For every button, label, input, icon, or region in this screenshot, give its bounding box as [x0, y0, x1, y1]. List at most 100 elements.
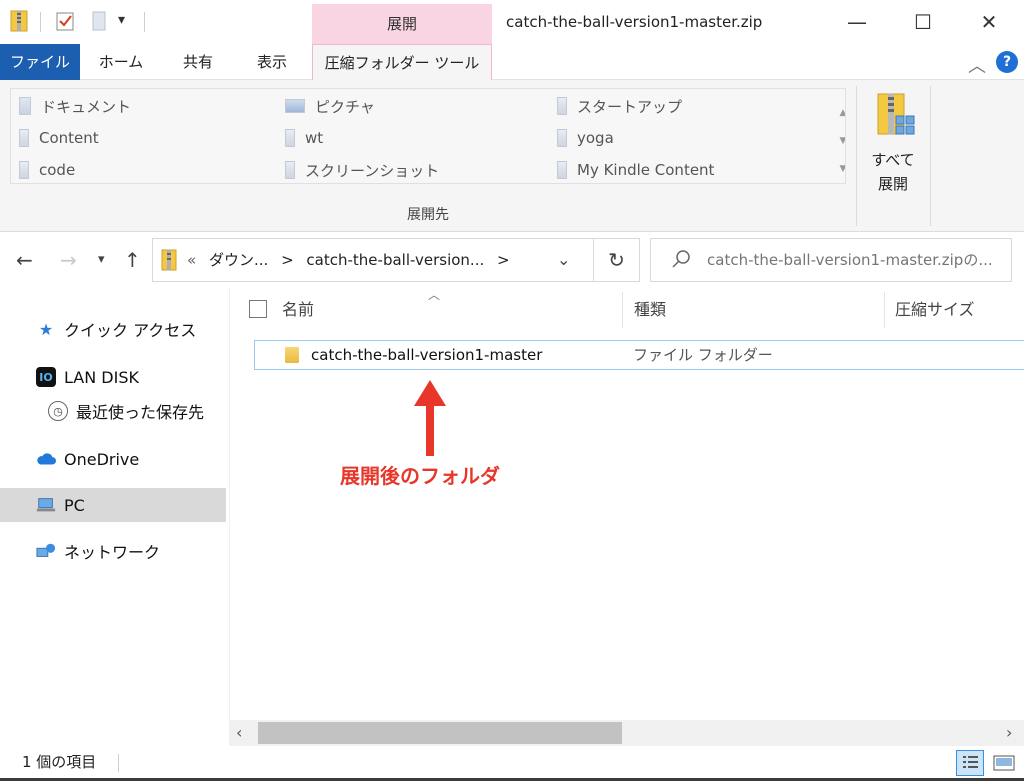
destination-label: ピクチャ — [315, 97, 375, 116]
customize-toolbar-chevron-icon[interactable]: ▾ — [118, 12, 125, 28]
folder-icon — [557, 161, 567, 179]
collapse-ribbon-icon[interactable]: ︿ — [968, 52, 986, 78]
destination-item[interactable]: wt — [285, 123, 323, 153]
scrollbar-thumb[interactable] — [258, 722, 622, 744]
breadcrumb-separator[interactable]: > — [281, 251, 294, 269]
address-bar[interactable]: « ダウン... > catch-the-ball-version... > ⌄… — [152, 238, 640, 282]
tab-file[interactable]: ファイル — [0, 44, 80, 80]
nav-item-quick-access[interactable]: ★ クイック アクセス — [0, 312, 226, 346]
lan-disk-icon: IO — [36, 367, 56, 387]
column-header-type[interactable]: 種類 — [634, 288, 884, 332]
zip-folder-icon[interactable] — [10, 10, 28, 32]
gallery-scroll-down-icon[interactable]: ▼ — [833, 127, 845, 155]
folder-icon — [285, 129, 295, 147]
address-row: ← → ▾ ↑ « ダウン... > catch-the-ball-versio… — [0, 232, 1024, 288]
extract-all-button[interactable]: すべて 展開 — [862, 88, 924, 198]
gallery-expand-icon[interactable]: ▼ — [833, 155, 845, 183]
file-type: ファイル フォルダー — [633, 346, 773, 364]
destination-item[interactable]: スタートアップ — [557, 91, 682, 121]
maximize-button[interactable]: ☐ — [890, 0, 956, 44]
star-icon: ★ — [38, 319, 54, 339]
breadcrumb-item[interactable]: ダウン... — [209, 251, 268, 269]
title-separator — [40, 12, 41, 32]
destination-label: スクリーンショット — [305, 161, 440, 180]
tab-home[interactable]: ホーム — [88, 44, 154, 80]
refresh-icon[interactable]: ↻ — [593, 239, 639, 281]
column-header-compressed-size[interactable]: 圧縮サイズ — [895, 288, 1024, 332]
nav-item-recent-locations[interactable]: ◷ 最近使った保存先 — [0, 394, 226, 428]
scroll-right-icon[interactable]: › — [1006, 720, 1012, 746]
column-header-name[interactable]: 名前 — [282, 288, 622, 332]
recent-locations-chevron-icon[interactable]: ▾ — [98, 252, 105, 267]
nav-item-onedrive[interactable]: OneDrive — [0, 442, 226, 476]
forward-arrow-icon[interactable]: → — [60, 248, 77, 272]
details-view-icon[interactable] — [956, 750, 984, 776]
network-icon — [36, 541, 56, 561]
ribbon-group-label: 展開先 — [407, 207, 449, 223]
select-all-checkbox[interactable] — [249, 300, 267, 318]
navigation-pane: ★ クイック アクセス IO LAN DISK ◷ 最近使った保存先 OneDr… — [0, 288, 230, 746]
search-input[interactable] — [707, 239, 1007, 281]
nav-item-label: PC — [64, 495, 85, 515]
new-folder-icon[interactable] — [90, 10, 108, 32]
column-separator[interactable] — [622, 292, 623, 328]
search-box[interactable] — [650, 238, 1012, 282]
destination-label: Content — [39, 129, 99, 147]
destination-item[interactable]: ドキュメント — [19, 91, 131, 121]
minimize-button[interactable]: — — [824, 0, 890, 44]
table-row[interactable]: catch-the-ball-version1-master ファイル フォルダ… — [254, 340, 1024, 370]
destination-item[interactable]: ピクチャ — [285, 91, 375, 121]
column-separator[interactable] — [884, 292, 885, 328]
nav-item-label: ネットワーク — [64, 543, 161, 562]
file-list: ︿ 名前 種類 圧縮サイズ catch-the-ball-version1-ma… — [230, 288, 1024, 720]
status-bar: 1 個の項目 — [0, 746, 1024, 781]
destination-label: スタートアップ — [577, 97, 683, 116]
destination-item[interactable]: Content — [19, 123, 99, 153]
up-arrow-icon[interactable]: ↑ — [124, 248, 141, 272]
zip-folder-icon — [161, 249, 177, 271]
address-dropdown-chevron-icon[interactable]: ⌄ — [557, 239, 570, 281]
breadcrumb-separator[interactable]: > — [497, 251, 510, 269]
close-button[interactable]: ✕ — [956, 0, 1022, 44]
pictures-icon — [285, 99, 305, 113]
ribbon-divider — [930, 86, 931, 226]
scroll-left-icon[interactable]: ‹ — [236, 720, 242, 746]
extract-all-label: すべて 展開 — [871, 151, 915, 193]
help-icon[interactable]: ? — [996, 51, 1018, 73]
item-count: 1 個の項目 — [22, 753, 97, 771]
nav-item-network[interactable]: ネットワーク — [0, 534, 226, 568]
tab-share[interactable]: 共有 — [168, 44, 228, 80]
search-icon — [672, 250, 690, 268]
destination-label: code — [39, 161, 76, 179]
destination-item[interactable]: code — [19, 155, 76, 183]
folder-icon — [285, 347, 299, 363]
documents-icon — [19, 97, 31, 115]
ribbon-tab-row: ファイル ホーム 共有 表示 圧縮フォルダー ツール ︿ — [0, 44, 1024, 81]
destination-item[interactable]: yoga — [557, 123, 614, 153]
tab-compressed-folder-tools[interactable]: 圧縮フォルダー ツール — [312, 44, 492, 81]
window-title: catch-the-ball-version1-master.zip — [506, 13, 763, 31]
breadcrumb-item[interactable]: catch-the-ball-version... — [306, 251, 484, 269]
horizontal-scrollbar[interactable]: ‹ › — [230, 720, 1024, 746]
tab-view[interactable]: 表示 — [244, 44, 300, 80]
large-icons-view-icon[interactable] — [990, 750, 1018, 776]
minimize-icon: — — [847, 10, 867, 34]
destination-item[interactable]: My Kindle Content — [557, 155, 714, 183]
destination-item[interactable]: スクリーンショット — [285, 155, 440, 183]
nav-item-lan-disk[interactable]: IO LAN DISK — [0, 360, 226, 394]
folder-icon — [285, 161, 295, 179]
destination-label: ドキュメント — [41, 97, 132, 116]
properties-icon[interactable] — [56, 10, 74, 32]
maximize-icon: ☐ — [914, 10, 932, 34]
title-separator — [144, 12, 145, 32]
folder-icon — [19, 129, 29, 147]
breadcrumb-overflow[interactable]: « — [187, 251, 196, 269]
pc-icon — [36, 495, 56, 515]
nav-item-label: 最近使った保存先 — [76, 403, 205, 422]
context-tab-header: 展開 — [312, 4, 492, 44]
gallery-scroll-up-icon[interactable]: ▲ — [833, 99, 845, 127]
nav-item-pc[interactable]: PC — [0, 488, 226, 522]
destination-label: wt — [305, 129, 324, 147]
back-arrow-icon[interactable]: ← — [16, 248, 33, 272]
extract-all-icon — [877, 93, 915, 135]
